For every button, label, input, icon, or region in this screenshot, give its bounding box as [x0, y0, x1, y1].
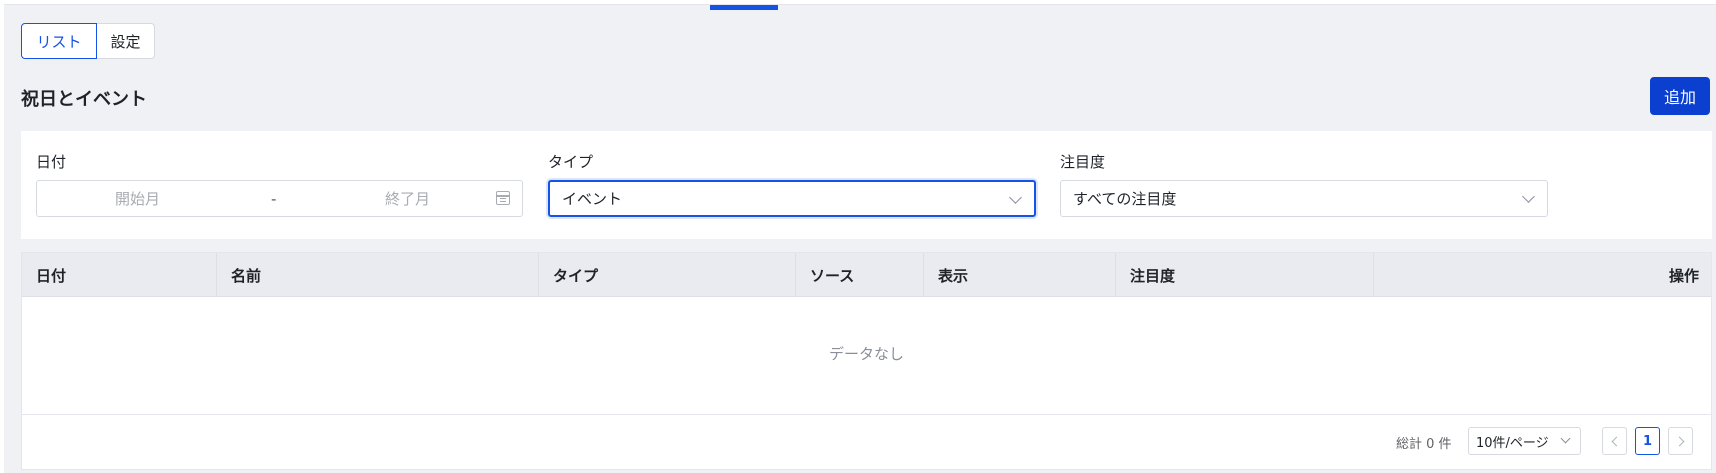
- type-filter-label: タイプ: [548, 153, 594, 171]
- events-table: 日付 名前 タイプ ソース 表示 注目度 操作 データなし 総計 0 件 10件…: [21, 252, 1712, 470]
- table-header: 日付 名前 タイプ ソース 表示 注目度 操作: [22, 253, 1711, 297]
- column-header-actions: 操作: [1373, 253, 1711, 297]
- chevron-down-icon: [1009, 191, 1022, 204]
- start-month-input[interactable]: 開始月: [115, 188, 160, 209]
- pagination-bar: 総計 0 件 10件/ページ 1: [22, 414, 1711, 470]
- calendar-icon: [496, 191, 510, 205]
- tab-list[interactable]: リスト: [21, 23, 97, 59]
- active-nav-indicator: [710, 5, 778, 10]
- end-month-input[interactable]: 終了月: [385, 188, 430, 209]
- column-header-source: ソース: [795, 253, 923, 297]
- page-size-value: 10件/ページ: [1476, 435, 1549, 451]
- page-title: 祝日とイベント: [21, 89, 147, 110]
- add-button[interactable]: 追加: [1650, 77, 1710, 115]
- date-filter-label: 日付: [36, 153, 67, 171]
- chevron-right-icon: [1674, 436, 1684, 446]
- column-header-name: 名前: [216, 253, 538, 297]
- prev-page-button[interactable]: [1602, 427, 1627, 455]
- date-range-picker[interactable]: 開始月 - 終了月: [36, 180, 523, 217]
- chevron-left-icon: [1611, 436, 1621, 446]
- page-container: リスト 設定 祝日とイベント 追加 日付 開始月 - 終了月 タイプ イベント …: [4, 4, 1716, 473]
- view-tabs: リスト 設定: [21, 23, 155, 59]
- chevron-down-icon: [1522, 190, 1535, 203]
- type-select[interactable]: イベント: [548, 180, 1036, 217]
- chevron-down-icon: [1560, 433, 1571, 444]
- attention-filter-label: 注目度: [1060, 153, 1106, 171]
- next-page-button[interactable]: [1668, 427, 1693, 455]
- type-select-value: イベント: [562, 190, 623, 208]
- filter-panel: 日付 開始月 - 終了月 タイプ イベント 注目度 すべての注目度: [21, 131, 1712, 239]
- page-button-1[interactable]: 1: [1635, 427, 1660, 455]
- page-size-select[interactable]: 10件/ページ: [1468, 427, 1581, 455]
- tab-settings[interactable]: 設定: [97, 23, 155, 59]
- attention-select[interactable]: すべての注目度: [1060, 180, 1548, 217]
- column-header-date: 日付: [36, 266, 67, 285]
- total-count: 総計 0 件: [1396, 437, 1452, 452]
- column-header-type: タイプ: [538, 253, 795, 297]
- column-header-display: 表示: [923, 253, 1115, 297]
- column-header-attention: 注目度: [1115, 253, 1373, 297]
- attention-select-value: すべての注目度: [1073, 190, 1177, 208]
- empty-state-text: データなし: [828, 345, 904, 363]
- date-range-separator: -: [271, 189, 277, 208]
